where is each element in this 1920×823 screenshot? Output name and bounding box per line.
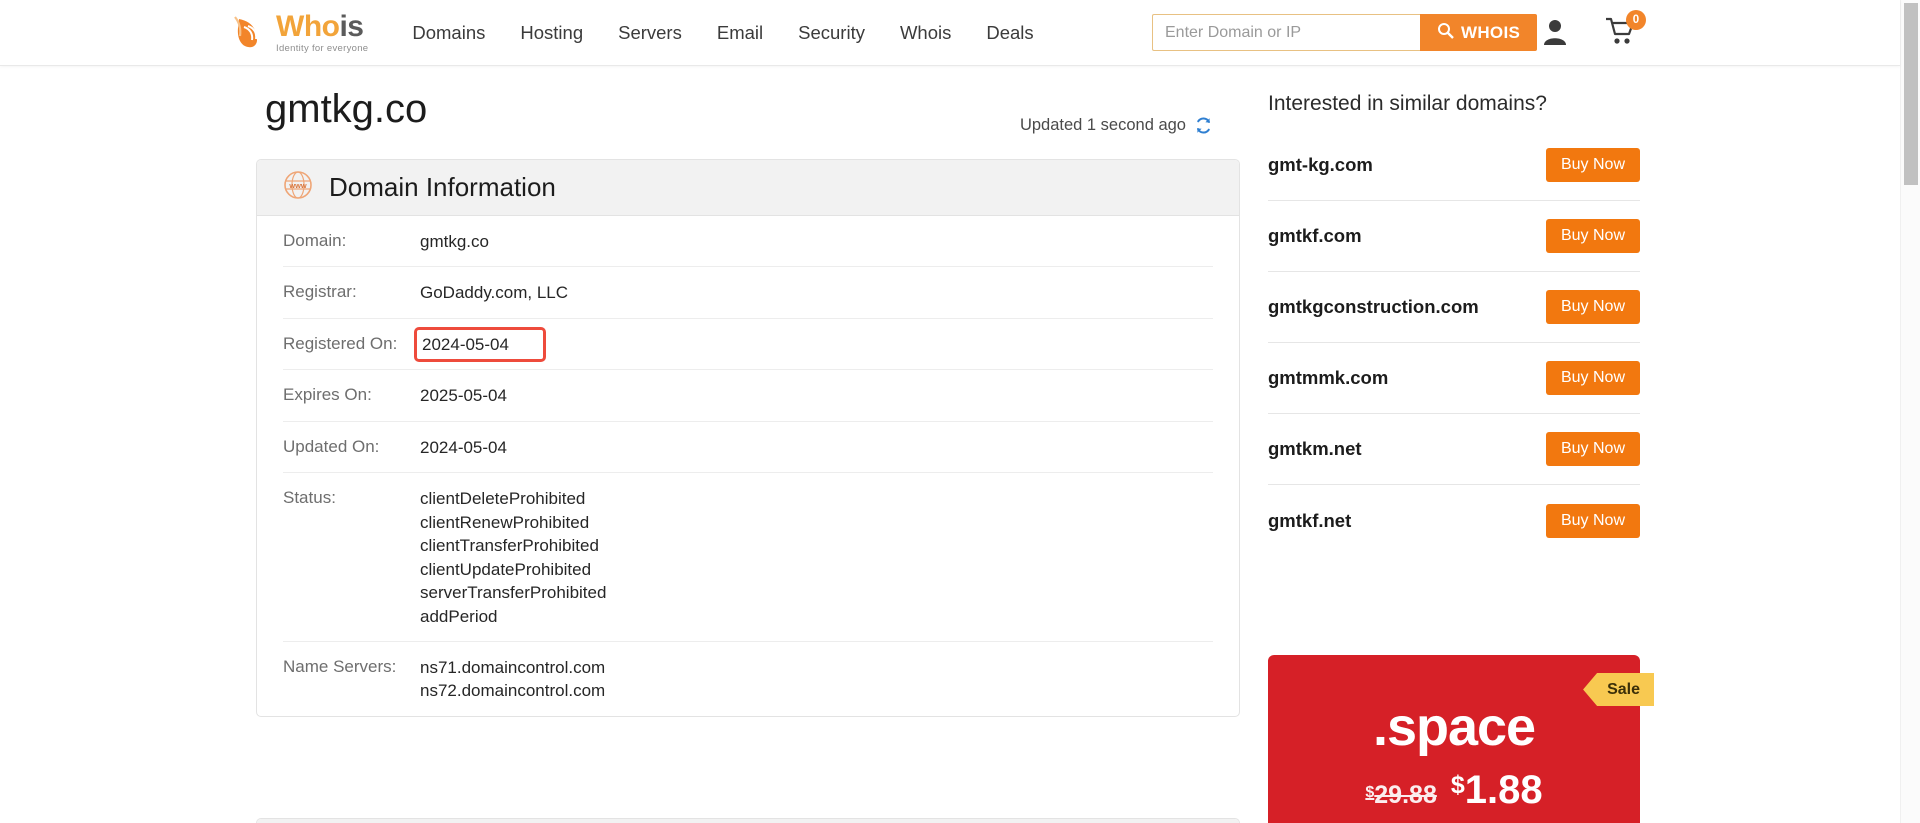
sidebar-heading: Interested in similar domains? <box>1268 92 1547 115</box>
similar-domain-name[interactable]: gmt-kg.com <box>1268 154 1373 176</box>
domain-info-value-line: addPeriod <box>420 606 498 626</box>
refresh-icon[interactable] <box>1194 116 1213 135</box>
buy-now-button[interactable]: Buy Now <box>1545 432 1640 466</box>
domain-info-label: Status: <box>283 488 336 508</box>
promo-new-price: $1.88 <box>1450 768 1543 812</box>
domain-info-value-line: gmtkg.co <box>420 232 489 251</box>
whois-logo-icon <box>233 14 270 51</box>
logo-wordmark: Whois <box>276 9 364 43</box>
buy-now-button[interactable]: Buy Now <box>1545 503 1640 538</box>
whois-search-button[interactable]: WHOIS <box>1420 14 1538 51</box>
domain-panel-body: Domain: gmtkg.co Registrar: GoDaddy.com, LL… <box>257 216 1239 716</box>
domain-info-label: Domain: <box>283 231 347 250</box>
updated-status: Updated 1 second ago <box>1020 116 1213 135</box>
domain-info-value-line: ns72.domaincontrol.com <box>420 681 606 701</box>
domain-info-value: clientDeleteProhibited clientRenewProhibi… <box>420 487 606 628</box>
promo-tld-label: .space <box>1372 697 1536 757</box>
shopping-cart-icon[interactable]: 0 <box>1605 10 1646 51</box>
similar-domain-row: gmtkf.net Buy Now <box>1268 485 1640 556</box>
page-root: Whois Identity for everyone Domains Host… <box>0 0 1920 823</box>
registrant-contact-panel: Registrant Contact <box>256 818 1240 823</box>
domain-info-value: ns71.domaincontrol.com ns72.domaincontrol… <box>420 656 605 703</box>
domain-info-value: gmtkg.co <box>420 230 489 253</box>
www-globe-icon: www <box>283 170 313 205</box>
domain-info-value-line: clientDeleteProhibited <box>420 489 586 509</box>
search-icon <box>1437 22 1454 44</box>
nav-item-security[interactable]: Security <box>798 22 865 44</box>
nav-item-domains[interactable]: Domains <box>412 22 485 44</box>
domain-info-value: GoDaddy.com, LLC <box>420 281 568 304</box>
similar-domain-name[interactable]: gmtkf.net <box>1268 510 1351 532</box>
domain-info-value-line: clientUpdateProhibited <box>420 559 592 579</box>
updated-text: Updated 1 second ago <box>1019 116 1186 134</box>
similar-domain-name[interactable]: gmtkgconstruction.com <box>1268 296 1479 318</box>
highlighted-value-box: 2024-05-04 <box>414 326 546 363</box>
domain-info-label: Registrar: <box>283 282 357 302</box>
cart-count-badge: 0 <box>1626 10 1646 30</box>
domain-panel-title: Domain Information <box>329 172 556 202</box>
logo-tagline: Identity for everyone <box>276 42 369 54</box>
main-navigation: Domains Hosting Servers Email Security W… <box>412 22 1068 44</box>
domain-info-value-line: ns71.domaincontrol.com <box>420 657 606 677</box>
search-input[interactable] <box>1152 14 1420 51</box>
buy-now-button[interactable]: Buy Now <box>1545 219 1640 253</box>
domain-info-value: 2024-05-04 <box>414 326 546 363</box>
promo-old-price: $29.88 <box>1365 781 1437 809</box>
nav-item-email[interactable]: Email <box>717 22 763 44</box>
domain-info-row: Registered On: 2024-05-04 <box>283 319 1213 371</box>
domain-information-panel: www Domain Information Domain: gmtkg.co Re… <box>256 159 1240 717</box>
page-scrollbar[interactable] <box>1900 0 1920 823</box>
svg-text:www: www <box>288 181 306 190</box>
whois-button-label: WHOIS <box>1461 22 1521 42</box>
similar-domain-row: gmt-kg.com Buy Now <box>1268 130 1640 201</box>
site-header: Whois Identity for everyone Domains Host… <box>0 0 1900 66</box>
domain-info-label: Updated On: <box>283 436 380 456</box>
domain-info-value: 2025-05-04 <box>420 384 507 407</box>
domain-info-row: Domain: gmtkg.co <box>283 216 1213 268</box>
similar-domain-name[interactable]: gmtkm.net <box>1268 438 1362 460</box>
nav-item-deals[interactable]: Deals <box>986 22 1033 44</box>
domain-info-row: Updated On: 2024-05-04 <box>283 422 1213 474</box>
buy-now-button[interactable]: Buy Now <box>1545 361 1640 395</box>
similar-domain-row: gmtmmk.com Buy Now <box>1268 343 1640 414</box>
header-search: WHOIS <box>1152 14 1538 51</box>
similar-domain-name[interactable]: gmtmmk.com <box>1268 367 1388 389</box>
domain-info-label: Expires On: <box>283 385 372 405</box>
scrollbar-thumb[interactable] <box>1904 3 1918 185</box>
site-logo[interactable]: Whois Identity for everyone <box>233 9 369 54</box>
buy-now-button[interactable]: Buy Now <box>1545 148 1640 182</box>
domain-info-row: Expires On: 2025-05-04 <box>283 370 1213 422</box>
domain-info-value-line: GoDaddy.com, LLC <box>420 283 569 303</box>
domain-info-value-line: clientTransferProhibited <box>420 536 599 556</box>
domain-info-row: Status: clientDeleteProhibited clientRenew… <box>283 473 1213 642</box>
similar-domain-name[interactable]: gmtkf.com <box>1268 225 1362 247</box>
domain-info-value-line: serverTransferProhibited <box>420 583 607 603</box>
sale-badge: Sale <box>1583 673 1654 706</box>
nav-item-hosting[interactable]: Hosting <box>520 22 583 44</box>
nav-item-whois[interactable]: Whois <box>900 22 951 44</box>
similar-domains-list: gmt-kg.com Buy Now gmtkf.com Buy Now gmtkgco… <box>1268 130 1640 556</box>
domain-panel-header: www Domain Information <box>257 160 1239 216</box>
registrant-panel-header: Registrant Contact <box>257 819 1239 823</box>
domain-info-value-line: clientRenewProhibited <box>420 512 590 532</box>
similar-domain-row: gmtkm.net Buy Now <box>1268 414 1640 485</box>
page-title: gmtkg.co <box>265 87 428 131</box>
similar-domain-row: gmtkgconstruction.com Buy Now <box>1268 272 1640 343</box>
domain-info-value-line: 2024-05-04 <box>420 437 507 457</box>
domain-info-value-line: 2025-05-04 <box>420 386 507 406</box>
domain-info-label: Name Servers: <box>283 656 397 676</box>
user-account-icon[interactable] <box>1542 18 1568 51</box>
buy-now-button[interactable]: Buy Now <box>1545 290 1640 324</box>
nav-item-servers[interactable]: Servers <box>618 22 682 44</box>
domain-info-row: Registrar: GoDaddy.com, LLC <box>283 267 1213 319</box>
similar-domain-row: gmtkf.com Buy Now <box>1268 201 1640 272</box>
space-tld-promo-banner[interactable]: Sale .space $29.88 $1.88 BUY NOW <box>1268 655 1654 823</box>
domain-info-row: Name Servers: ns71.domaincontrol.com ns72.… <box>283 642 1213 716</box>
domain-info-label: Registered On: <box>283 333 398 353</box>
domain-info-value: 2024-05-04 <box>420 436 507 459</box>
page-content: gmtkg.co Updated 1 second ago www Domain… <box>0 66 1900 823</box>
similar-domains-sidebar: Interested in similar domains? gmt-kg.co… <box>1268 92 1640 556</box>
promo-prices: $29.88 $1.88 <box>1268 768 1640 813</box>
